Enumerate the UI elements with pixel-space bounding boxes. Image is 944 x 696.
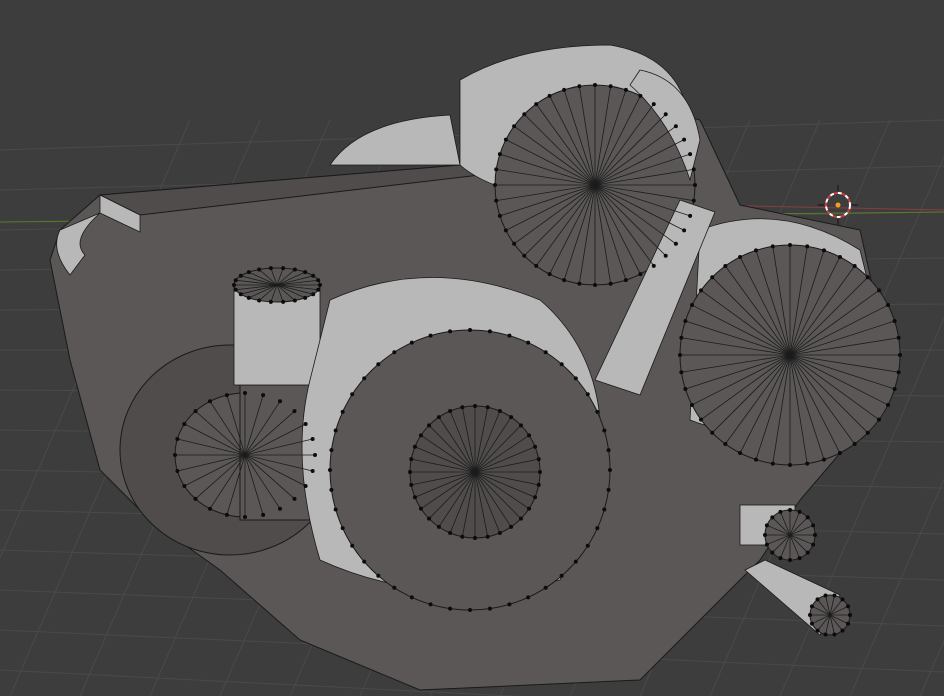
3d-viewport[interactable]: [0, 0, 944, 696]
back-bump[interactable]: [329, 114, 461, 166]
3d-cursor-icon[interactable]: [818, 185, 858, 225]
